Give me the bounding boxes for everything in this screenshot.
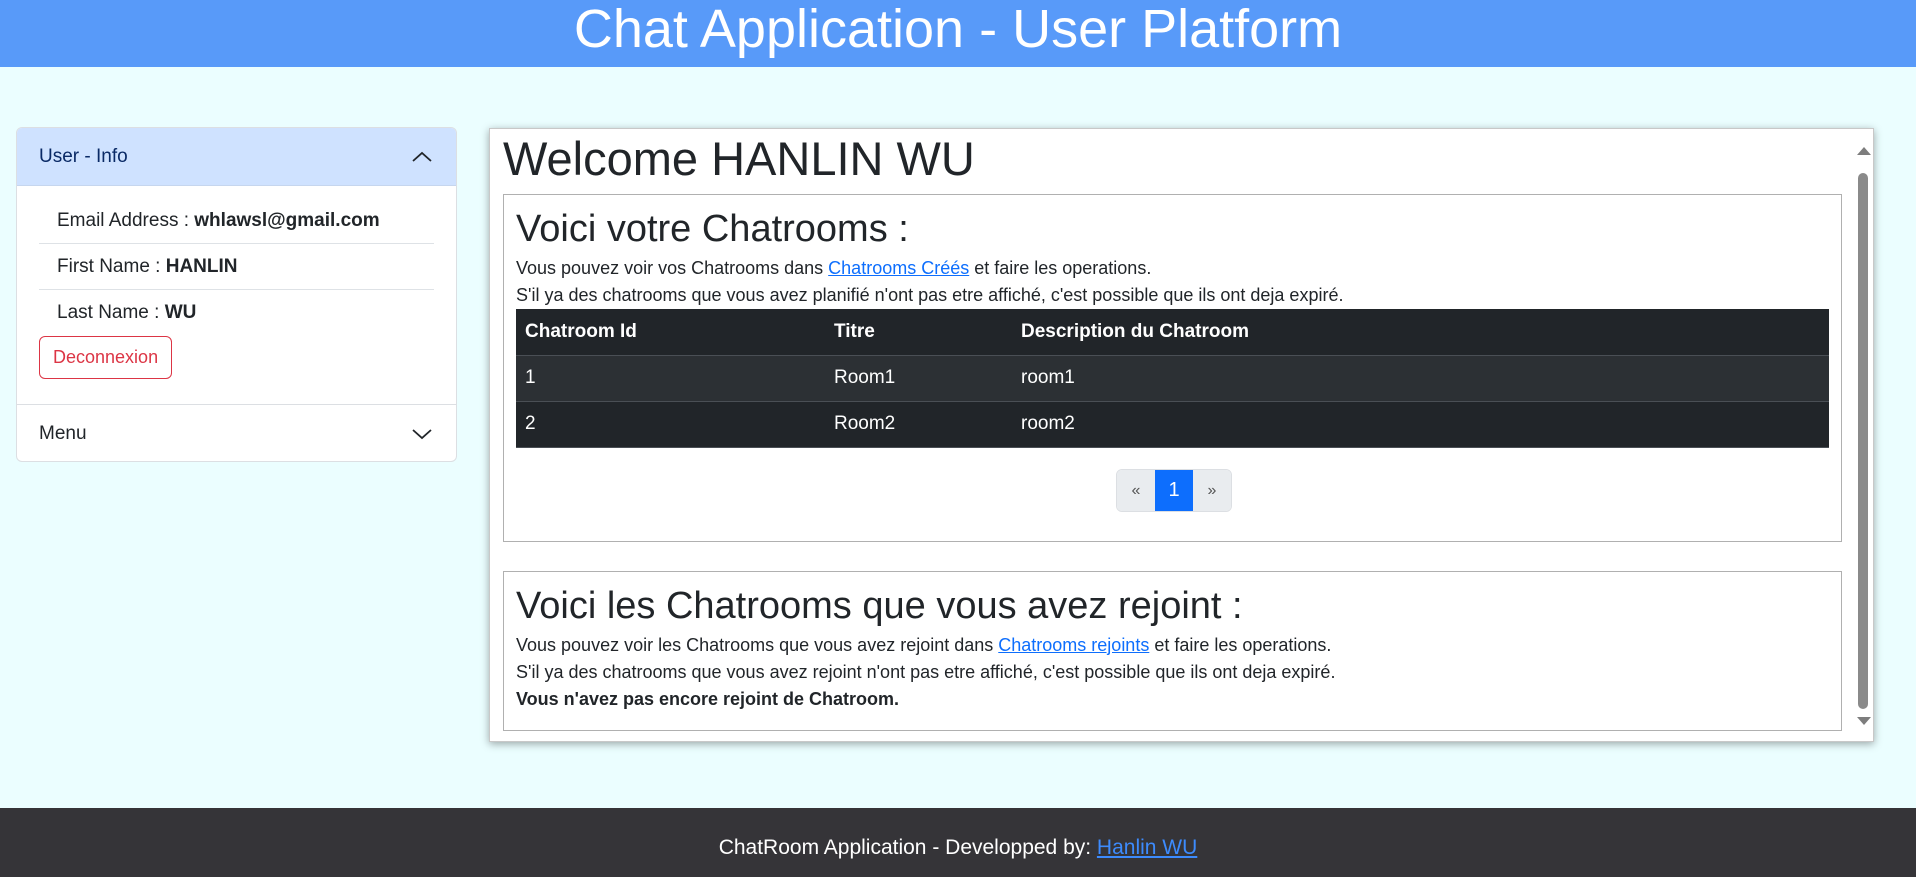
footer-text: ChatRoom Application - Developped by: (718, 836, 1097, 859)
cell-id: 2 (516, 401, 825, 448)
email-value: whlawsl@gmail.com (194, 210, 380, 231)
joined-chatrooms-note: S'il ya des chatrooms que vous avez rejo… (516, 662, 1336, 682)
my-chatrooms-intro: Vous pouvez voir vos Chatrooms dans Chat… (516, 255, 1841, 282)
last-name-value: WU (164, 302, 197, 323)
footer-author-link[interactable]: Hanlin WU (1097, 836, 1197, 859)
joined-chatrooms-empty-message: Vous n'avez pas encore rejoint de Chatro… (516, 689, 900, 709)
email-row: Email Address : whlawsl@gmail.com (39, 198, 434, 244)
scrollbar-thumb[interactable] (1858, 173, 1868, 709)
user-info-panel: Email Address : whlawsl@gmail.com First … (17, 186, 456, 404)
chevron-up-icon (412, 151, 432, 162)
scroll-up-arrow-icon[interactable] (1857, 147, 1871, 155)
table-header-row: Chatroom Id Titre Description du Chatroo… (516, 309, 1829, 356)
welcome-heading: Welcome HANLIN WU (503, 132, 975, 185)
first-name-value: HANLIN (165, 256, 238, 277)
column-header-title: Titre (825, 309, 1012, 356)
cell-id: 1 (516, 355, 825, 402)
accordion-menu-header[interactable]: Menu (17, 404, 456, 461)
chevron-down-icon (412, 429, 432, 440)
pagination-prev-button[interactable]: « (1117, 470, 1155, 511)
first-name-label: First Name : (57, 256, 166, 277)
accordion-user-info-header[interactable]: User - Info (17, 128, 456, 186)
cell-description: room2 (1012, 401, 1829, 448)
chatrooms-joined-link[interactable]: Chatrooms rejoints (998, 635, 1149, 655)
pagination-next-button[interactable]: » (1193, 470, 1231, 511)
joined-chatrooms-intro-suffix: et faire les operations. (1149, 635, 1332, 655)
pagination-page-1[interactable]: 1 (1155, 470, 1193, 511)
chatrooms-created-link[interactable]: Chatrooms Créés (828, 258, 969, 278)
cell-title: Room1 (825, 355, 1012, 402)
my-chatrooms-intro-suffix: et faire les operations. (969, 258, 1152, 278)
main-content-panel: Welcome HANLIN WU Voici votre Chatrooms … (489, 128, 1874, 742)
app-header: Chat Application - User Platform (0, 0, 1916, 67)
my-chatrooms-title: Voici votre Chatrooms : (516, 208, 909, 250)
pagination: « 1 » (1116, 469, 1232, 512)
accordion-menu-label: Menu (39, 423, 87, 444)
table-row[interactable]: 1 Room1 room1 (516, 355, 1829, 402)
cell-title: Room2 (825, 401, 1012, 448)
main-scrollbar[interactable] (1853, 129, 1873, 741)
my-chatrooms-card: Voici votre Chatrooms : Vous pouvez voir… (503, 194, 1842, 542)
joined-chatrooms-intro: Vous pouvez voir les Chatrooms que vous … (516, 632, 1841, 659)
scroll-down-arrow-icon[interactable] (1857, 717, 1871, 725)
last-name-row: Last Name : WU (39, 290, 434, 336)
logout-button[interactable]: Deconnexion (39, 336, 173, 379)
accordion-user-info-label: User - Info (39, 145, 128, 167)
my-chatrooms-note: S'il ya des chatrooms que vous avez plan… (516, 285, 1344, 305)
joined-chatrooms-title: Voici les Chatrooms que vous avez rejoin… (516, 585, 1243, 627)
table-row[interactable]: 2 Room2 room2 (516, 401, 1829, 448)
email-label: Email Address : (57, 210, 195, 231)
last-name-label: Last Name : (57, 302, 165, 323)
column-header-id: Chatroom Id (516, 309, 825, 356)
column-header-description: Description du Chatroom (1012, 309, 1829, 356)
joined-chatrooms-intro-text: Vous pouvez voir les Chatrooms que vous … (516, 635, 999, 655)
user-sidebar-accordion: User - Info Email Address : whlawsl@gmai… (16, 127, 457, 462)
app-title: Chat Application - User Platform (573, 0, 1343, 59)
app-footer: ChatRoom Application - Developped by: Ha… (0, 808, 1916, 877)
cell-description: room1 (1012, 355, 1829, 402)
first-name-row: First Name : HANLIN (39, 244, 434, 290)
my-chatrooms-intro-text: Vous pouvez voir vos Chatrooms dans (516, 258, 829, 278)
chatrooms-table: Chatroom Id Titre Description du Chatroo… (516, 309, 1829, 448)
joined-chatrooms-card: Voici les Chatrooms que vous avez rejoin… (503, 571, 1842, 731)
